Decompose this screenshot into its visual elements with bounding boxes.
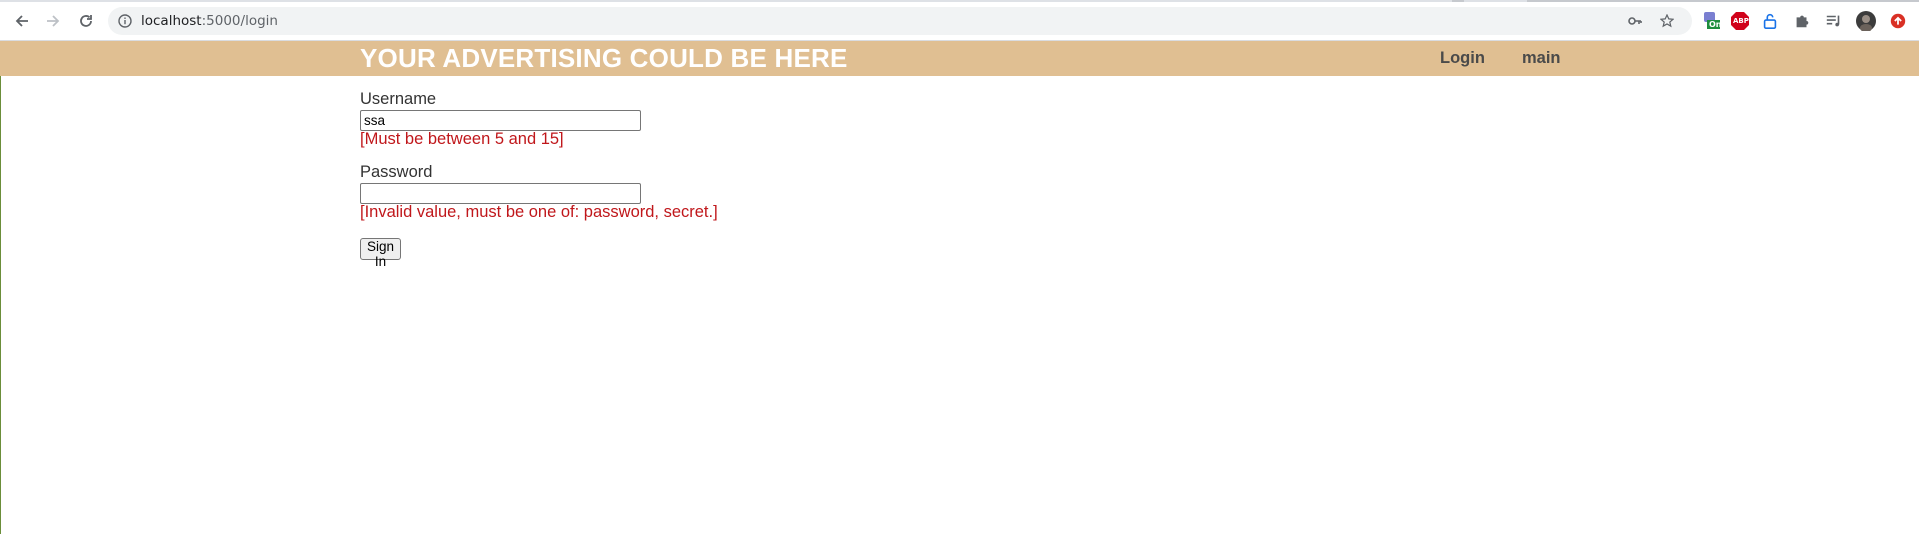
url-host: localhost [141,13,202,29]
back-button[interactable] [10,9,34,33]
site-header: YOUR ADVERTISING COULD BE HERE Login mai… [0,41,1919,76]
star-icon[interactable] [1660,14,1674,28]
password-input[interactable] [360,183,641,204]
url-path: :5000/login [201,13,278,29]
window-edge [0,41,1,534]
lock-icon [1763,13,1777,30]
back-arrow-icon [15,15,28,27]
password-error: [Invalid value, must be one of: password… [360,203,718,221]
tab-strip [0,0,1919,2]
extension-badge-text: On [1709,20,1722,29]
reload-icon [80,15,92,27]
reading-list-icon [1826,15,1840,27]
forward-arrow-icon [47,15,60,27]
extension-on-badge[interactable]: On [1701,11,1722,31]
username-error: [Must be between 5 and 15] [360,130,564,148]
lock-extension-button[interactable] [1760,11,1780,31]
nav-main-link[interactable]: main [1522,49,1561,68]
update-button[interactable] [1888,11,1908,31]
nav-login-link[interactable]: Login [1440,49,1485,68]
address-bar[interactable]: localhost:5000/login [108,7,1692,35]
url-text[interactable]: localhost:5000/login [141,13,278,29]
profile-button[interactable] [1856,11,1876,31]
extensions-button[interactable] [1792,11,1812,31]
reading-list-button[interactable] [1824,11,1844,31]
info-icon[interactable] [118,14,132,28]
puzzle-icon [1796,15,1809,28]
browser-toolbar: localhost:5000/login On ABP [0,0,1919,41]
username-label: Username [360,90,437,108]
avatar [1856,11,1876,31]
forward-button[interactable] [41,9,65,33]
username-input[interactable] [360,110,641,131]
adblock-button[interactable]: ABP [1730,11,1750,31]
sign-in-button[interactable]: Sign In [360,238,402,269]
adblock-label: ABP [1733,17,1749,25]
update-icon [1890,13,1906,29]
site-title: YOUR ADVERTISING COULD BE HERE [360,43,848,73]
reload-button[interactable] [74,9,98,33]
password-label: Password [360,163,433,181]
key-icon[interactable] [1628,14,1642,28]
